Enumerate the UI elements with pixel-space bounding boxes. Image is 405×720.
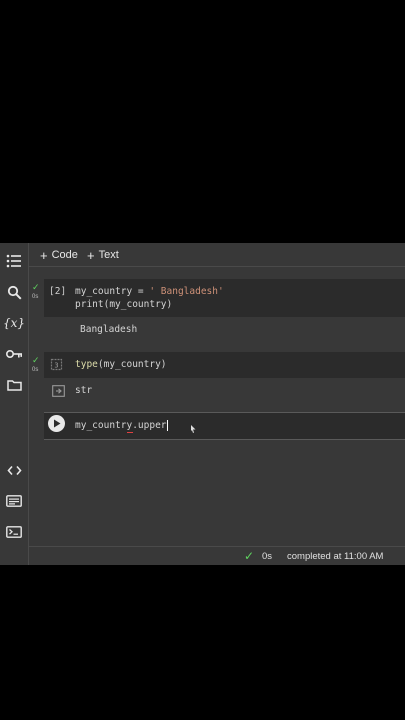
code-token-string: ' Bangladesh' — [149, 286, 224, 297]
secrets-key-icon[interactable] — [5, 345, 23, 363]
cell-output: Bangladesh — [80, 324, 138, 335]
code-text: my_country.upper — [75, 420, 167, 431]
play-icon — [53, 419, 60, 428]
colab-notebook-window: {𝑥} + Code + Text ✓ 0s [2] my_country = … — [0, 243, 405, 565]
files-folder-icon[interactable] — [5, 376, 23, 394]
code-token-args: (my_country) — [97, 359, 167, 370]
code-cell-2[interactable]: 3 type(my_country) — [44, 352, 405, 378]
status-completed-text[interactable]: completed at 11:00 AM — [287, 551, 383, 562]
execution-count: 3 — [54, 362, 58, 370]
syntax-error-underline — [127, 432, 133, 433]
code-line-2[interactable]: print(my_country) — [75, 299, 172, 310]
cell-exec-time: 0s — [32, 294, 39, 300]
status-bar: ✓ 0s completed at 11:00 AM — [29, 546, 405, 565]
cell-executed-check-icon: ✓ — [32, 356, 40, 366]
add-text-cell-button[interactable]: + Text — [87, 247, 119, 263]
text-cursor — [166, 420, 168, 431]
toolbar-divider — [29, 266, 405, 267]
left-sidebar: {𝑥} — [0, 243, 29, 565]
cell-exec-time: 0s — [32, 367, 39, 373]
code-token-assign: my_country = — [75, 286, 150, 297]
add-code-label: Code — [51, 249, 78, 261]
code-editor-input[interactable]: my_country.upper — [75, 420, 168, 431]
cell-executed-check-icon: ✓ — [32, 283, 40, 293]
plus-icon: + — [87, 247, 95, 263]
code-line-1[interactable]: my_country = ' Bangladesh' — [75, 286, 224, 297]
status-exec-time: 0s — [262, 551, 273, 562]
mouse-pointer-icon — [191, 418, 196, 433]
notebook-toolbar: + Code + Text — [29, 243, 405, 265]
code-token-function: type — [75, 359, 98, 370]
terminal-icon[interactable] — [5, 523, 23, 541]
code-cell-3-active[interactable]: my_country.upper — [44, 412, 405, 440]
variables-icon[interactable]: {𝑥} — [3, 314, 25, 332]
cell-output: str — [75, 385, 93, 396]
execution-count: [2] — [49, 286, 67, 297]
code-line-1[interactable]: type(my_country) — [75, 359, 167, 370]
run-cell-button[interactable] — [48, 415, 65, 432]
plus-icon: + — [40, 247, 48, 263]
command-palette-icon[interactable] — [5, 492, 23, 510]
run-cell-icon[interactable]: 3 — [50, 358, 63, 371]
code-cell-1[interactable]: [2] my_country = ' Bangladesh' print(my_… — [44, 279, 405, 317]
status-check-icon: ✓ — [244, 549, 255, 563]
add-code-cell-button[interactable]: + Code — [40, 247, 78, 263]
table-of-contents-icon[interactable] — [5, 252, 23, 270]
add-text-label: Text — [98, 249, 119, 261]
clear-output-icon[interactable] — [51, 384, 65, 398]
code-snippets-icon[interactable] — [5, 461, 23, 479]
search-icon[interactable] — [5, 283, 23, 301]
